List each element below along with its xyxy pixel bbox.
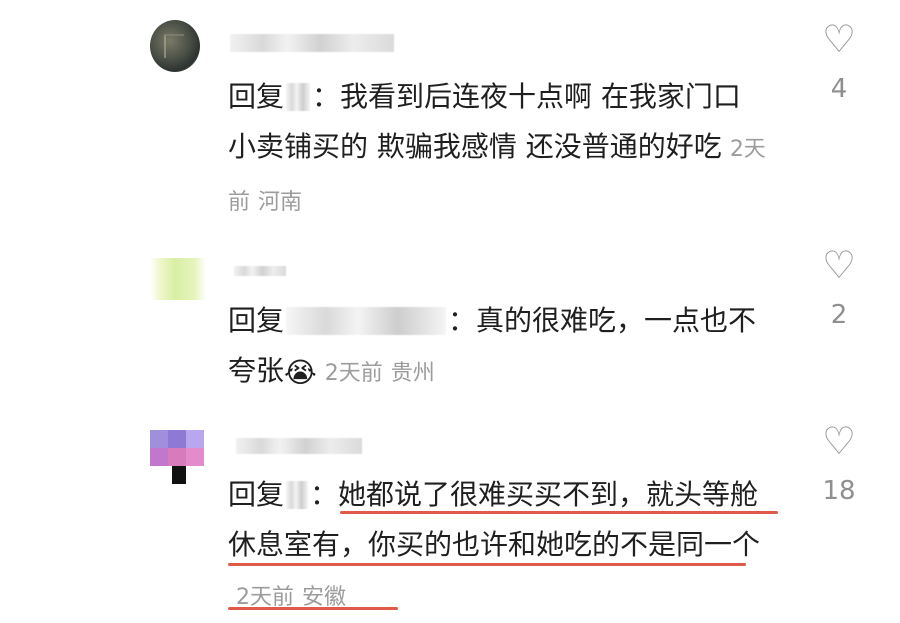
highlight-underline [228,563,746,566]
avatar-pixel [168,448,186,466]
heart-outline-icon[interactable]: ♡ [818,422,860,460]
reply-prefix: 回复 [228,304,285,337]
username-blurred[interactable] [236,438,362,454]
username-blurred[interactable] [234,266,286,276]
avatar[interactable] [150,430,206,490]
reply-prefix: 回复 [228,478,285,511]
location: 河南 [258,190,303,215]
reply-prefix: 回复 [228,80,285,113]
avatar-pixel [186,430,204,448]
mention-blurred [286,307,447,335]
highlight-underline [228,607,398,610]
like-count: 4 [830,74,848,104]
avatar-pixel [150,430,168,448]
username-blurred[interactable] [230,34,394,52]
avatar[interactable] [150,20,200,72]
timestamp: 2天前 [324,361,383,386]
heart-outline-icon[interactable]: ♡ [818,20,860,58]
like-count: 2 [830,300,848,330]
avatar[interactable] [150,258,206,300]
reply-text: 回复 ：真的很难吃，一点也不夸张😭 2天前 贵州 [228,296,768,399]
avatar-pixel [150,448,168,466]
reply-text: 回复 ：我看到后连夜十点啊 在我家门口小卖铺买的 欺骗我感情 还没普通的好吃 2天前… [228,72,768,228]
mention-blurred [286,481,309,509]
avatar-pixel [172,466,186,484]
crying-emoji-icon: 😭 [284,356,317,389]
avatar-pixel [168,430,186,448]
like-count: 18 [822,476,856,506]
location: 贵州 [390,361,435,386]
heart-outline-icon[interactable]: ♡ [818,246,860,284]
highlight-underline [340,511,778,514]
reply-text: 回复 ：她都说了很难买买不到，就头等舱休息室有，你买的也许和她吃的不是同一个2天前… [228,470,768,623]
mention-blurred [286,83,311,111]
avatar-pixel [186,448,204,466]
